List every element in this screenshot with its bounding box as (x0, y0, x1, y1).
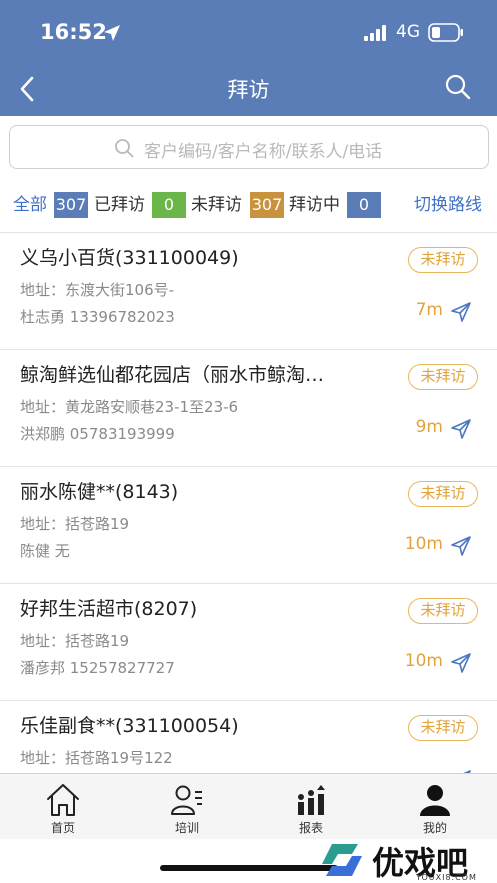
count-badge-all: 307 (54, 192, 88, 218)
switch-route-button[interactable]: 切换路线 (414, 190, 482, 220)
customer-card[interactable]: 义乌小百货(331100049) 地址：东渡大街106号- 杜志勇 133967… (0, 233, 497, 350)
search-icon[interactable] (444, 73, 472, 101)
search-input[interactable]: 客户编码/客户名称/联系人/电话 (9, 125, 489, 169)
count-badge-visiting: 0 (347, 192, 381, 218)
customer-card[interactable]: 丽水陈健**(8143) 地址：括苍路19 陈健 无 未拜访 10m (0, 467, 497, 584)
battery-icon (428, 23, 463, 42)
distance-label: 10m (404, 534, 443, 554)
report-chart-icon (298, 785, 325, 815)
cellular-signal-icon (364, 25, 386, 41)
customer-address: 地址：括苍路19号122 (20, 749, 173, 767)
visit-status-badge[interactable]: 未拜访 (408, 247, 478, 273)
home-indicator (160, 865, 338, 871)
customer-address: 地址：东渡大街106号- (20, 281, 175, 299)
top-bar: 16:52 4G 拜访 (0, 0, 497, 116)
user-profile-icon (420, 785, 450, 816)
search-placeholder: 客户编码/客户名称/联系人/电话 (144, 142, 383, 162)
customer-name: 乐佳副食**(331100054) (20, 715, 239, 737)
page-title: 拜访 (227, 78, 270, 102)
bottom-tab-bar: 首页 培训 报表 我的 (0, 773, 497, 839)
customer-address: 地址：括苍路19 (20, 632, 130, 650)
customer-contact: 洪郑鹏 05783193999 (20, 425, 175, 443)
tab-home[interactable]: 首页 (1, 774, 125, 840)
customer-list[interactable]: 义乌小百货(331100049) 地址：东渡大街106号- 杜志勇 133967… (0, 233, 497, 773)
customer-card[interactable]: 乐佳副食**(331100054) 地址：括苍路19号122 未拜访 (0, 701, 497, 773)
customer-contact: 潘彦邦 15257827727 (20, 659, 175, 677)
visit-status-badge[interactable]: 未拜访 (408, 715, 478, 741)
customer-card[interactable]: 鲸淘鲜选仙都花园店（丽水市鲸淘… 地址：黄龙路安顺巷23-1至23-6 洪郑鹏 … (0, 350, 497, 467)
filter-all[interactable]: 全部 (13, 190, 47, 220)
watermark-logo-icon (322, 844, 362, 876)
watermark-subtext: YOUXI8.COM (416, 873, 477, 882)
watermark-logo: 优戏吧 YOUXI8.COM (318, 838, 497, 883)
filter-visited[interactable]: 已拜访 (94, 190, 145, 220)
customer-name: 义乌小百货(331100049) (20, 247, 239, 269)
customer-name: 丽水陈健**(8143) (20, 481, 179, 503)
customer-address: 地址：括苍路19 (20, 515, 130, 533)
tab-report-label: 报表 (298, 821, 323, 835)
status-time: 16:52 (40, 20, 107, 44)
customer-contact: 陈健 无 (20, 542, 70, 560)
network-type: 4G (396, 22, 420, 42)
distance-label: 10m (404, 651, 443, 671)
distance-label: 9m (415, 417, 443, 437)
tab-mine-label: 我的 (422, 821, 447, 835)
filter-unvisited[interactable]: 未拜访 (191, 190, 242, 220)
tab-mine[interactable]: 我的 (373, 774, 497, 840)
customer-contact: 杜志勇 13396782023 (20, 308, 175, 326)
search-icon (115, 139, 134, 158)
user-list-icon (171, 785, 202, 815)
navigate-icon[interactable] (450, 301, 472, 323)
customer-name: 好邦生活超市(8207) (20, 598, 198, 620)
customer-card[interactable]: 好邦生活超市(8207) 地址：括苍路19 潘彦邦 15257827727 未拜… (0, 584, 497, 701)
navigate-icon[interactable] (450, 418, 472, 440)
count-badge-visited: 0 (152, 192, 186, 218)
customer-address: 地址：黄龙路安顺巷23-1至23-6 (20, 398, 239, 416)
visit-status-badge[interactable]: 未拜访 (408, 481, 478, 507)
distance-label: 7m (415, 300, 443, 320)
count-badge-unvisited: 307 (250, 192, 284, 218)
customer-name: 鲸淘鲜选仙都花园店（丽水市鲸淘… (20, 364, 325, 386)
visit-status-badge[interactable]: 未拜访 (408, 598, 478, 624)
home-icon (47, 784, 79, 816)
visit-filter-bar: 全部 307 已拜访 0 未拜访 307 拜访中 0 切换路线 (0, 190, 497, 220)
navigate-icon[interactable] (450, 535, 472, 557)
navigate-icon[interactable] (450, 652, 472, 674)
visit-status-badge[interactable]: 未拜访 (408, 364, 478, 390)
tab-home-label: 首页 (50, 821, 75, 835)
tab-report[interactable]: 报表 (249, 774, 373, 840)
tab-training[interactable]: 培训 (125, 774, 249, 840)
tab-training-label: 培训 (174, 821, 199, 835)
location-arrow-icon (104, 25, 120, 41)
filter-visiting[interactable]: 拜访中 (289, 190, 340, 220)
